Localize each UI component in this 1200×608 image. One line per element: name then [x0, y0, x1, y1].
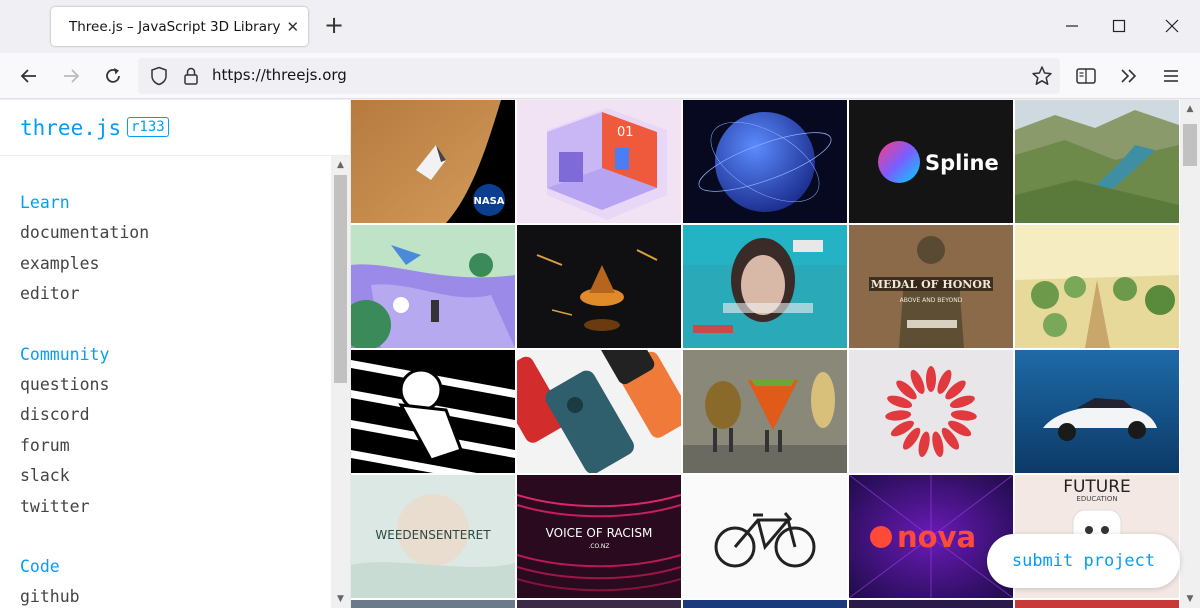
scroll-down-icon[interactable]: ▼	[331, 590, 350, 608]
browser-tab[interactable]: Three.js – JavaScript 3D Library ✕	[51, 7, 308, 46]
page-scroll-down-icon[interactable]: ▼	[1180, 590, 1200, 608]
reader-view-icon[interactable]	[1071, 61, 1101, 91]
section-heading-learn: Learn	[20, 193, 70, 212]
sidebar-link-questions[interactable]: questions	[20, 370, 320, 401]
navigation-bar: https://threejs.org	[0, 53, 1200, 99]
tile-red-flower-logo[interactable]	[849, 350, 1013, 473]
tile-globe[interactable]	[683, 100, 847, 223]
menu-hamburger-icon[interactable]	[1156, 61, 1186, 91]
address-bar[interactable]: https://threejs.org	[138, 58, 1060, 94]
page-scroll-up-icon[interactable]: ▲	[1180, 100, 1200, 118]
sidebar-header: three.js r133	[0, 100, 351, 156]
bookmark-star-icon[interactable]	[1027, 61, 1057, 91]
tile-nasa[interactable]: NASA	[351, 100, 515, 223]
tile-row5-4[interactable]	[849, 600, 1013, 608]
project-gallery: NASA 01 Spline MEDAL OF HONOR ABOVE AND …	[351, 100, 1180, 608]
tile-weedensenteret[interactable]: WEEDENSENTERET	[351, 475, 515, 598]
tab-title: Three.js – JavaScript 3D Library	[69, 18, 281, 35]
sidebar-link-twitter[interactable]: twitter	[20, 492, 320, 523]
tile-nova-label: nova	[897, 520, 976, 554]
sidebar-link-github[interactable]: github	[20, 582, 320, 608]
url-text[interactable]: https://threejs.org	[212, 66, 347, 84]
close-tab-icon[interactable]: ✕	[287, 18, 300, 36]
back-arrow-icon[interactable]	[14, 61, 44, 91]
tile-dancing-food[interactable]	[683, 350, 847, 473]
lock-icon[interactable]	[182, 66, 200, 86]
sidebar-scrollbar[interactable]: ▲ ▼	[331, 156, 350, 608]
tile-glitch-portrait[interactable]	[683, 225, 847, 348]
sidebar-link-documentation[interactable]: documentation	[20, 218, 320, 249]
tile-future-label: FUTURE	[1063, 477, 1131, 497]
sidebar-link-examples[interactable]: examples	[20, 249, 320, 280]
tile-spline[interactable]: Spline	[849, 100, 1013, 223]
tile-spinning-top[interactable]	[517, 225, 681, 348]
tile-row5-5[interactable]	[1015, 600, 1179, 608]
tile-moh-sub: ABOVE AND BEYOND	[900, 297, 963, 304]
title-bar: Three.js – JavaScript 3D Library ✕ +	[0, 0, 1200, 53]
shield-icon[interactable]	[150, 66, 168, 86]
tile-vineyard[interactable]	[1015, 225, 1179, 348]
tile-isometric-room[interactable]: 01	[517, 100, 681, 223]
scroll-up-icon[interactable]: ▲	[331, 156, 350, 174]
section-heading-code: Code	[20, 557, 60, 576]
sidebar-nav: Learn documentation examples editor Comm…	[20, 188, 320, 608]
extensions-chevron-icon[interactable]	[1114, 61, 1144, 91]
tile-isometric-label: 01	[617, 125, 634, 140]
revision-badge[interactable]: r133	[127, 117, 169, 137]
sidebar-link-forum[interactable]: forum	[20, 431, 320, 462]
tile-medal-of-honor[interactable]: MEDAL OF HONOR ABOVE AND BEYOND	[849, 225, 1013, 348]
submit-project-button[interactable]: submit project	[987, 534, 1180, 588]
tile-future-sub: EDUCATION	[1076, 495, 1117, 503]
sidebar-link-editor[interactable]: editor	[20, 279, 320, 310]
site-logo[interactable]: three.js	[20, 116, 121, 140]
tile-nasa-label: NASA	[473, 196, 504, 207]
reload-icon[interactable]	[98, 61, 128, 91]
tile-vor-sub: .CO.NZ	[588, 543, 609, 550]
tile-landscape[interactable]	[1015, 100, 1179, 223]
tile-vor-label: VOICE OF RACISM	[546, 526, 653, 540]
tile-row5-3[interactable]	[683, 600, 847, 608]
close-window-icon[interactable]	[1154, 10, 1190, 42]
minimize-icon[interactable]	[1054, 10, 1090, 42]
tile-phones[interactable]	[517, 350, 681, 473]
tile-astronaut[interactable]	[351, 350, 515, 473]
tile-spline-label: Spline	[925, 151, 999, 175]
web-page: three.js r133 Learn documentation exampl…	[0, 100, 1200, 608]
sidebar-link-slack[interactable]: slack	[20, 461, 320, 492]
sidebar-scroll-thumb[interactable]	[334, 175, 347, 383]
page-scroll-thumb[interactable]	[1183, 124, 1197, 166]
tile-bicycle[interactable]	[683, 475, 847, 598]
tile-playground[interactable]	[351, 225, 515, 348]
tile-nova[interactable]: nova	[849, 475, 1013, 598]
tile-weedensenteret-label: WEEDENSENTERET	[375, 528, 491, 542]
forward-arrow-icon[interactable]	[56, 61, 86, 91]
new-tab-button[interactable]: +	[322, 13, 346, 38]
sidebar-link-discord[interactable]: discord	[20, 400, 320, 431]
tile-row5-2[interactable]	[517, 600, 681, 608]
tile-car[interactable]	[1015, 350, 1179, 473]
tile-row5-1[interactable]	[351, 600, 515, 608]
maximize-icon[interactable]	[1101, 10, 1137, 42]
tile-moh-label: MEDAL OF HONOR	[871, 278, 992, 291]
tile-voice-of-racism[interactable]: VOICE OF RACISM .CO.NZ	[517, 475, 681, 598]
section-heading-community: Community	[20, 344, 110, 364]
sidebar: three.js r133 Learn documentation exampl…	[0, 100, 351, 608]
page-scrollbar[interactable]: ▲ ▼	[1180, 100, 1200, 608]
